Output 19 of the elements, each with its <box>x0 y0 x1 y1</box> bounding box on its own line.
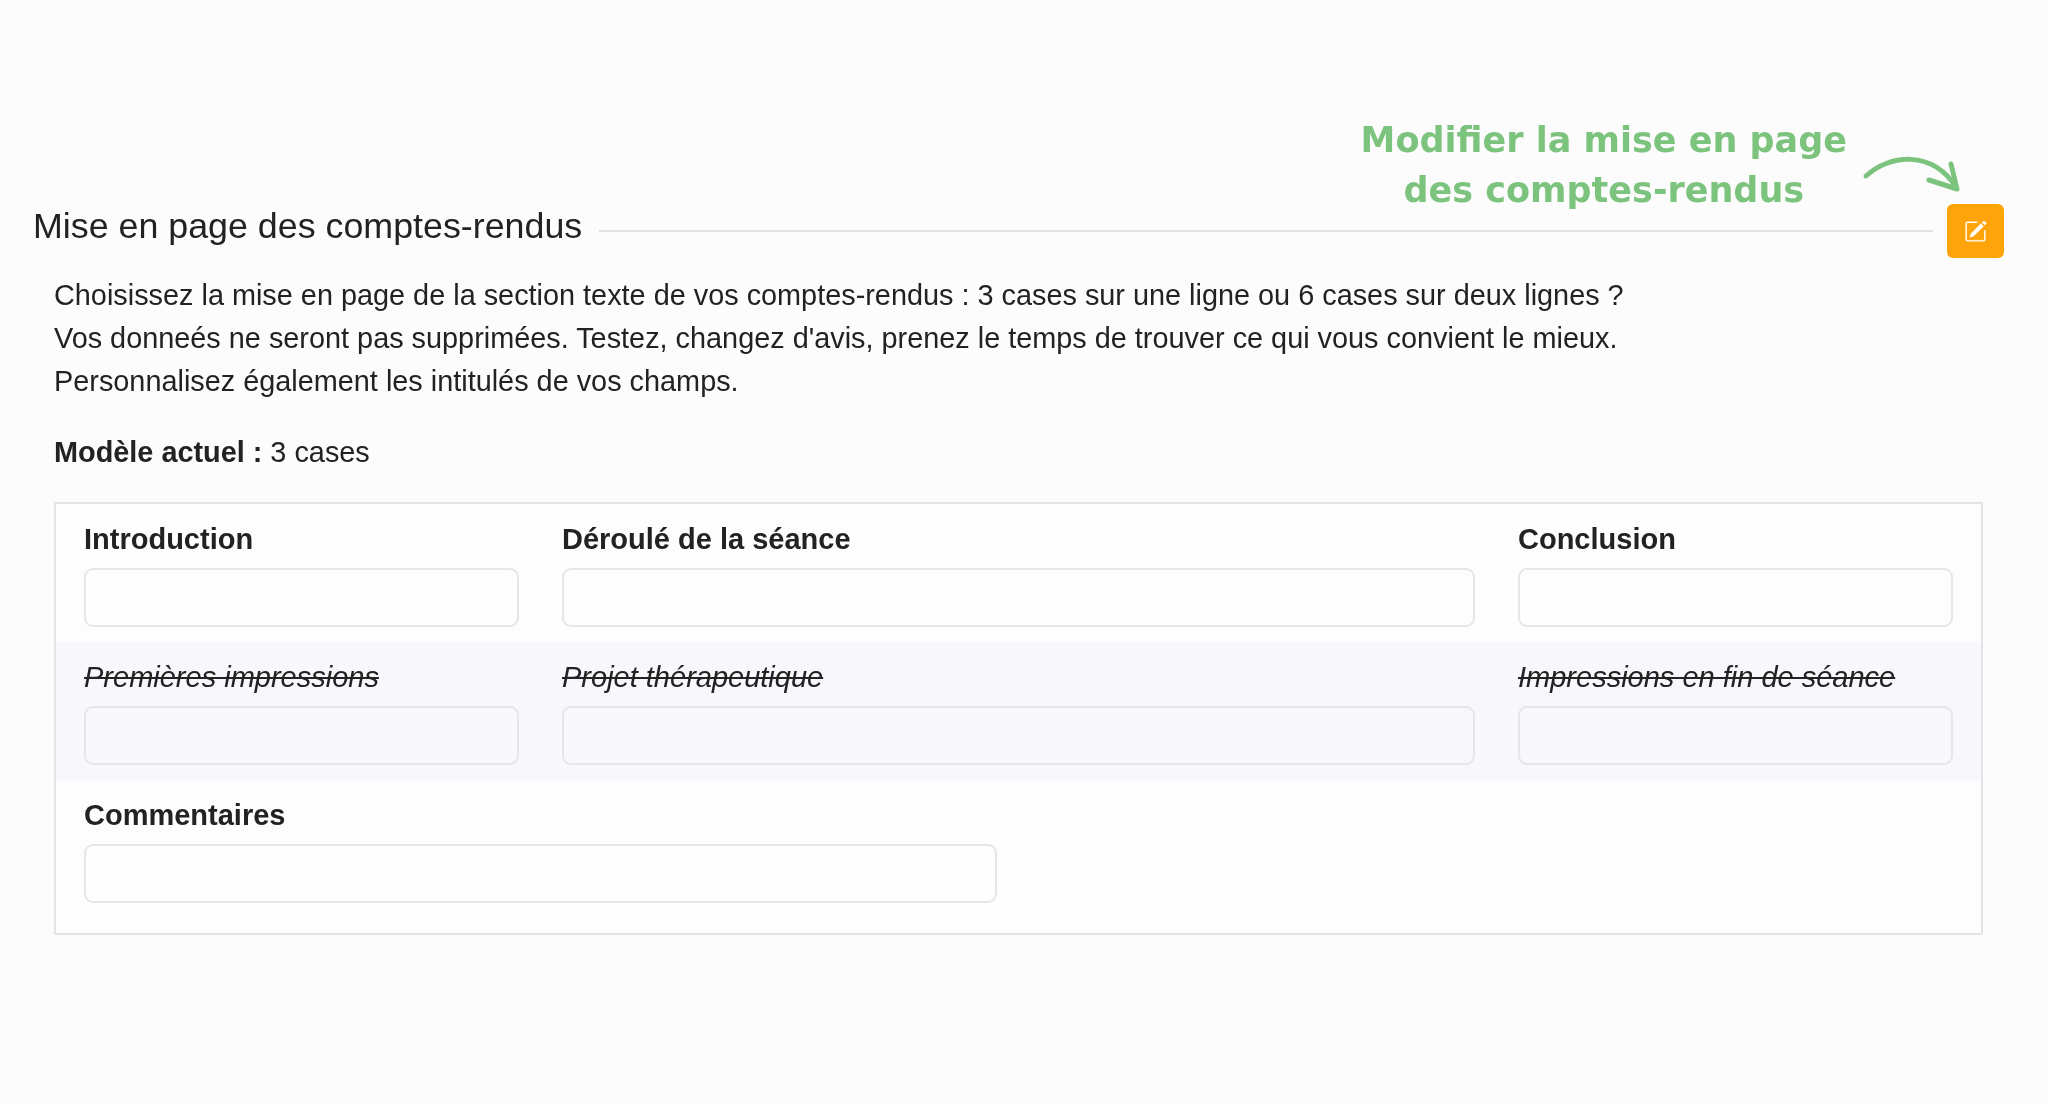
edit-button[interactable] <box>1947 204 2004 258</box>
description-text: Vos donneés ne seront pas supprimées. Testez, changez d'avis, prenez le temps de trouver ce qui vous convient le mieux. <box>54 321 1618 356</box>
field-label: Introduction <box>84 522 254 557</box>
model-value: 3 cases <box>270 435 370 470</box>
section-title: Mise en page des comptes-rendus <box>33 205 583 248</box>
input-field[interactable] <box>1518 568 1953 627</box>
input-field[interactable] <box>84 568 519 627</box>
field-label: Projet thérapeutique <box>562 660 824 695</box>
field-label: Impressions en fin de séance <box>1518 660 1896 695</box>
model-label: Modèle actuel : <box>54 435 263 470</box>
description-text: Choisissez la mise en page de la section texte de vos comptes-rendus : 3 cases sur une ligne ou 6 cases sur deux lignes ? <box>54 278 1624 313</box>
field-label: Conclusion <box>1518 522 1676 557</box>
input-field[interactable] <box>562 568 1475 627</box>
field-label: Premières impressions <box>84 660 379 695</box>
field-label: Commentaires <box>84 798 286 833</box>
description-text: Personnalisez également les intitulés de vos champs. <box>54 364 739 399</box>
annotation-text: Modifier la mise en page des comptes-rendus <box>1360 119 1847 212</box>
field-label: Déroulé de la séance <box>562 522 851 557</box>
input-field[interactable] <box>84 844 997 903</box>
